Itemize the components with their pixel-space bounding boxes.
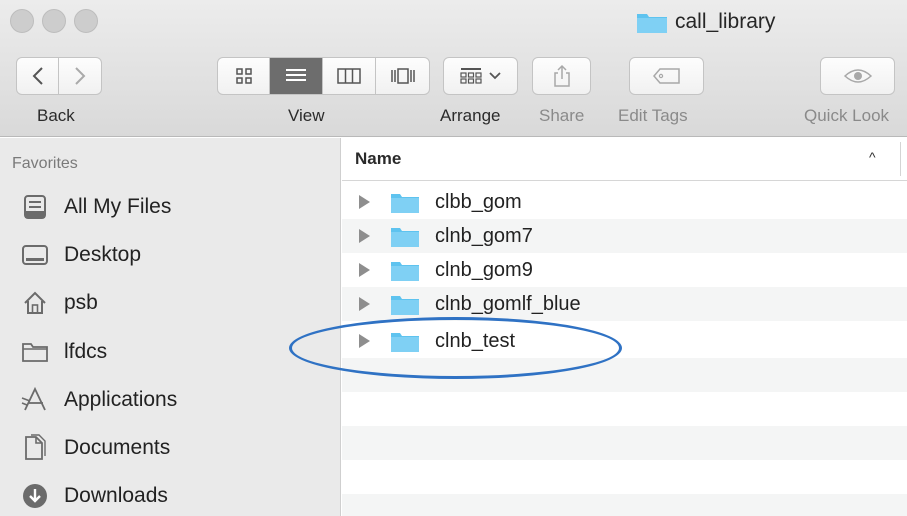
list-header: Name ^ bbox=[342, 138, 907, 181]
sidebar-item-applications[interactable]: Applications bbox=[20, 383, 177, 417]
blue-folder-icon bbox=[390, 191, 420, 214]
disclosure-triangle-icon[interactable] bbox=[359, 334, 370, 348]
sidebar-header-favorites: Favorites bbox=[12, 155, 78, 172]
title-folder-icon bbox=[636, 10, 668, 34]
window-title: call_library bbox=[636, 6, 775, 38]
back-forward-control bbox=[16, 57, 102, 95]
file-name: clnb_test bbox=[435, 329, 516, 352]
share-label: Share bbox=[539, 106, 585, 125]
disclosure-triangle-icon[interactable] bbox=[359, 229, 370, 243]
sidebar-item-label: lfdcs bbox=[64, 340, 108, 363]
file-row-clbb-gom[interactable]: clbb_gom bbox=[342, 185, 907, 219]
sidebar-item-label: Downloads bbox=[64, 484, 168, 507]
eye-icon bbox=[843, 69, 872, 83]
column-divider[interactable] bbox=[900, 142, 901, 176]
back-button[interactable] bbox=[17, 58, 60, 94]
share-button[interactable] bbox=[532, 57, 591, 95]
desktop-icon bbox=[20, 240, 50, 270]
finder-window: call_library Back View Arrange Share Edi… bbox=[0, 0, 907, 516]
sidebar-item-all-my-files[interactable]: All My Files bbox=[20, 190, 171, 224]
disclosure-triangle-icon[interactable] bbox=[359, 297, 370, 311]
blue-folder-icon bbox=[390, 330, 420, 353]
empty-row bbox=[342, 392, 907, 426]
file-row-clnb-test[interactable]: clnb_test bbox=[342, 324, 907, 358]
view-control bbox=[217, 57, 430, 95]
folder-icon bbox=[20, 337, 50, 367]
blue-folder-icon bbox=[390, 225, 420, 248]
empty-row bbox=[342, 460, 907, 494]
sidebar-item-documents[interactable]: Documents bbox=[20, 431, 170, 465]
sidebar-item-downloads[interactable]: Downloads bbox=[20, 479, 168, 513]
toolbar: call_library Back View Arrange Share Edi… bbox=[0, 0, 907, 137]
home-icon bbox=[20, 288, 50, 318]
window-title-text: call_library bbox=[675, 10, 776, 33]
list-view-button[interactable] bbox=[270, 58, 323, 94]
documents-icon bbox=[20, 433, 50, 463]
sidebar-item-lfdcs[interactable]: lfdcs bbox=[20, 335, 107, 369]
column-header-name[interactable]: Name bbox=[355, 149, 401, 169]
sidebar: Favorites All My Files Desktop psb lfdcs… bbox=[0, 138, 341, 516]
share-icon bbox=[553, 64, 570, 87]
blue-folder-icon bbox=[390, 259, 420, 282]
file-row-clnb-gomlf-blue[interactable]: clnb_gomlf_blue bbox=[342, 287, 907, 321]
disclosure-triangle-icon[interactable] bbox=[359, 263, 370, 277]
zoom-window-button[interactable] bbox=[74, 9, 98, 33]
cover-flow-view-button[interactable] bbox=[376, 58, 429, 94]
file-name: clnb_gom7 bbox=[435, 224, 533, 247]
disclosure-triangle-icon[interactable] bbox=[359, 195, 370, 209]
edit-tags-button[interactable] bbox=[629, 57, 704, 95]
file-list: Name ^ clbb_gom clnb_gom7 clnb_gom9 clnb… bbox=[342, 138, 907, 516]
columns-icon bbox=[337, 68, 361, 84]
icon-grid-icon bbox=[235, 68, 252, 84]
chevron-left-icon bbox=[32, 67, 43, 85]
applications-icon bbox=[20, 385, 50, 415]
sidebar-item-desktop[interactable]: Desktop bbox=[20, 238, 141, 272]
chevron-right-icon bbox=[75, 67, 86, 85]
sidebar-item-psb[interactable]: psb bbox=[20, 286, 98, 320]
quick-look-label: Quick Look bbox=[804, 106, 890, 125]
minimize-window-button[interactable] bbox=[42, 9, 66, 33]
sidebar-item-label: Applications bbox=[64, 388, 178, 411]
file-name: clbb_gom bbox=[435, 190, 522, 213]
file-row-clnb-gom9[interactable]: clnb_gom9 bbox=[342, 253, 907, 287]
arrange-label: Arrange bbox=[440, 106, 501, 125]
empty-row bbox=[342, 358, 907, 392]
all-my-files-icon bbox=[20, 192, 50, 222]
back-label: Back bbox=[37, 106, 75, 125]
arrange-grid-icon bbox=[459, 68, 482, 84]
empty-row bbox=[342, 494, 907, 516]
file-name: clnb_gom9 bbox=[435, 258, 533, 281]
column-view-button[interactable] bbox=[323, 58, 376, 94]
sidebar-item-label: psb bbox=[64, 291, 98, 314]
downloads-icon bbox=[20, 481, 50, 511]
view-label: View bbox=[288, 106, 325, 125]
sidebar-item-label: Documents bbox=[64, 436, 171, 459]
sidebar-item-label: Desktop bbox=[64, 243, 142, 266]
file-row-clnb-gom7[interactable]: clnb_gom7 bbox=[342, 219, 907, 253]
tag-icon bbox=[652, 68, 680, 84]
quick-look-button[interactable] bbox=[820, 57, 895, 95]
sidebar-item-label: All My Files bbox=[64, 195, 172, 218]
file-name: clnb_gomlf_blue bbox=[435, 292, 581, 315]
empty-row bbox=[342, 426, 907, 460]
close-window-button[interactable] bbox=[10, 9, 34, 33]
edit-tags-label: Edit Tags bbox=[618, 106, 688, 125]
icon-view-button[interactable] bbox=[218, 58, 270, 94]
forward-button[interactable] bbox=[59, 58, 101, 94]
list-lines-icon bbox=[286, 69, 306, 81]
arrange-button[interactable] bbox=[443, 57, 518, 95]
sort-ascending-icon[interactable]: ^ bbox=[869, 149, 876, 165]
blue-folder-icon bbox=[390, 293, 420, 316]
chevron-down-icon bbox=[488, 72, 501, 80]
cover-flow-icon bbox=[390, 68, 415, 84]
